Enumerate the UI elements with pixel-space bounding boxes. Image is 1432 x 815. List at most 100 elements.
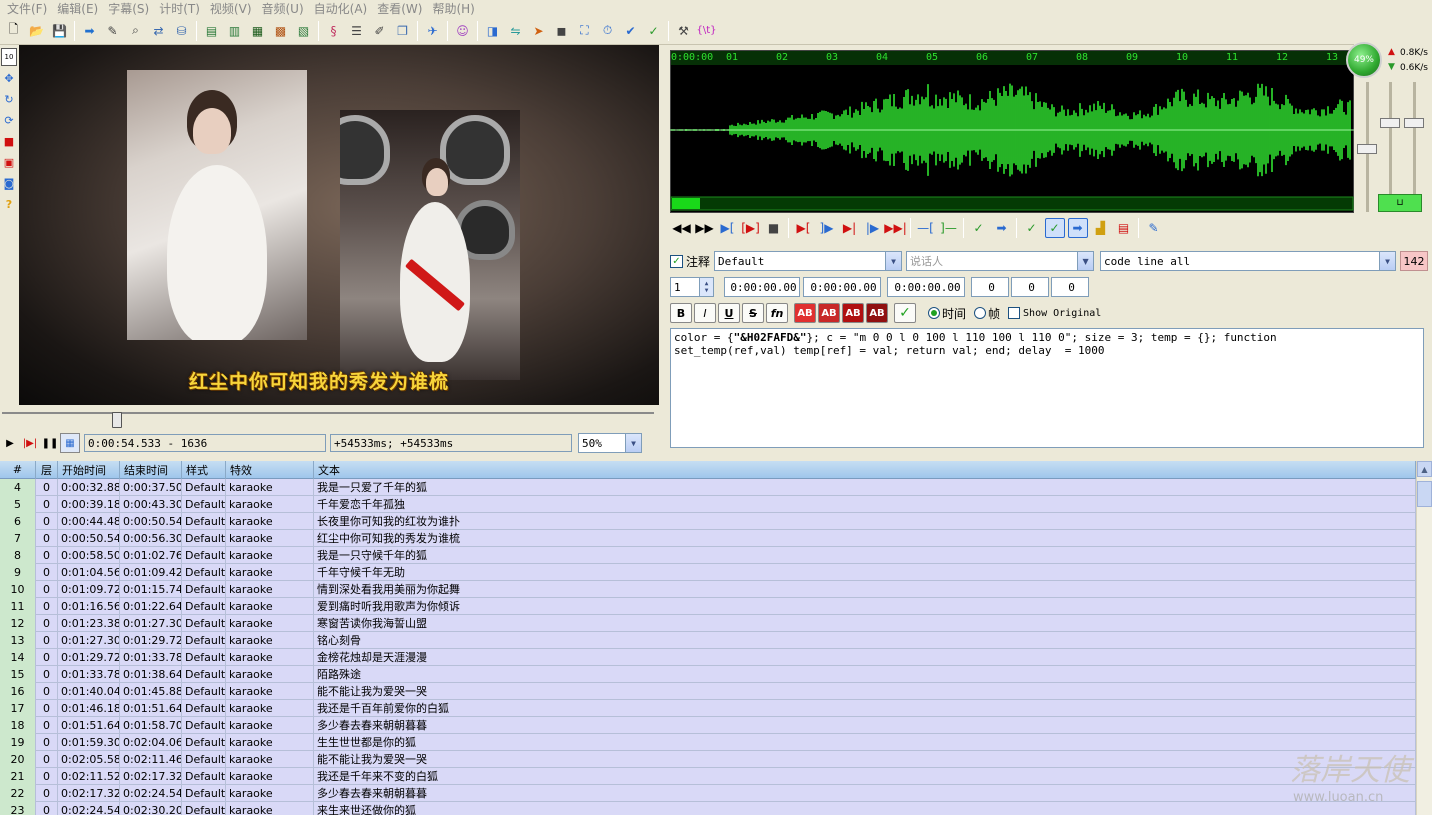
play-line-icon[interactable]: |▶| <box>20 433 40 453</box>
strikeout-button[interactable]: S <box>742 303 764 323</box>
show-original-checkbox[interactable] <box>1008 307 1021 319</box>
bold-button[interactable]: B <box>670 303 692 323</box>
pipette-icon[interactable]: ✎ <box>103 21 123 41</box>
play-line-audio-icon[interactable]: [▶] <box>741 218 761 238</box>
table-row[interactable]: 18 0 0:01:51.64 0:01:58.70 Default karaoke 多少春… <box>0 716 1416 734</box>
play-before-start-icon[interactable]: ▶[ <box>794 218 814 238</box>
menu-item[interactable]: 音频(U) <box>257 0 309 17</box>
audio-scrollbar-track[interactable] <box>670 196 1354 211</box>
table-row[interactable]: 16 0 0:01:40.04 0:01:45.88 Default karaoke 能不能… <box>0 682 1416 700</box>
grid-scrollbar[interactable]: ▲ <box>1416 461 1432 815</box>
menu-item[interactable]: 自动化(A) <box>309 0 373 17</box>
video-seek-track[interactable] <box>2 412 654 414</box>
rotate-z-icon[interactable]: ↻ <box>1 90 17 108</box>
primary-color-button[interactable]: AB <box>794 303 816 323</box>
video-display[interactable]: 红尘中你可知我的秀发为谁梳 <box>19 45 659 405</box>
table-row[interactable]: 13 0 0:01:27.30 0:01:29.72 Default karaoke 铭心刻… <box>0 631 1416 649</box>
resample-icon[interactable]: ⛶ <box>575 21 595 41</box>
table-row[interactable]: 10 0 0:01:09.72 0:01:15.74 Default karaoke 情到深… <box>0 580 1416 598</box>
grid-header-cell[interactable]: 层 <box>36 460 58 479</box>
italic-button[interactable]: I <box>694 303 716 323</box>
vector-clip-icon[interactable]: ◙ <box>1 174 17 192</box>
bucket-icon[interactable]: ⛁ <box>172 21 192 41</box>
end-time-field[interactable]: 0:00:00.00 <box>803 277 881 297</box>
menu-item[interactable]: 字幕(S) <box>103 0 154 17</box>
table-row[interactable]: 22 0 0:02:17.32 0:02:24.54 Default karaoke 多少春… <box>0 784 1416 802</box>
font-button[interactable]: fn <box>766 303 788 323</box>
spectrum-icon[interactable]: ▟ <box>1091 218 1111 238</box>
actor-select[interactable]: 说话人 ▼ <box>906 251 1095 271</box>
style-select[interactable]: Default ▼ <box>714 251 903 271</box>
margin-left-field[interactable]: 0 <box>971 277 1009 297</box>
secondary-color-button[interactable]: AB <box>818 303 840 323</box>
new-file-icon[interactable]: 🗋 <box>4 21 24 41</box>
start-time-field[interactable]: 0:00:00.00 <box>724 277 800 297</box>
shift-times-icon[interactable]: ◨ <box>483 21 503 41</box>
prev-line-icon[interactable]: ◀◀ <box>672 218 692 238</box>
copy-icon[interactable]: ❐ <box>393 21 413 41</box>
find-replace-icon[interactable]: ⇄ <box>149 21 169 41</box>
menu-item[interactable]: 查看(W) <box>372 0 427 17</box>
table-row[interactable]: 15 0 0:01:33.78 0:01:38.64 Default karaoke 陌路殊… <box>0 665 1416 683</box>
table-row[interactable]: 19 0 0:01:59.30 0:02:04.06 Default karaoke 生生世… <box>0 733 1416 751</box>
stop-icon[interactable]: ■ <box>764 218 784 238</box>
auto-commit-icon[interactable]: ✓ <box>1022 218 1042 238</box>
table-row[interactable]: 5 0 0:00:39.18 0:00:43.30 Default karaoke 千年爱恋… <box>0 495 1416 513</box>
film-icon[interactable]: ▦ <box>248 21 268 41</box>
clip-tool-icon[interactable]: ▣ <box>1 153 17 171</box>
pencil-icon[interactable]: ✐ <box>370 21 390 41</box>
vzoom-slider-thumb[interactable] <box>1404 118 1424 128</box>
link-sliders-icon[interactable]: ⊔ <box>1378 194 1422 212</box>
subtitle-text-editor[interactable]: color = {"&H02FAFD&"}; c = "m 0 0 l 0 10… <box>670 328 1424 448</box>
underline-button[interactable]: U <box>718 303 740 323</box>
automation-icon[interactable]: § <box>324 21 344 41</box>
effect-select[interactable]: code line all ▼ <box>1100 251 1397 271</box>
table-row[interactable]: 8 0 0:00:58.50 0:01:02.76 Default karaoke 我是一只… <box>0 546 1416 564</box>
notes-icon[interactable]: ☰ <box>347 21 367 41</box>
play-before-end-icon[interactable]: ▶| <box>840 218 860 238</box>
menu-item[interactable]: 文件(F) <box>2 0 52 17</box>
table-row[interactable]: 7 0 0:00:50.54 0:00:56.30 Default karaoke 红尘中你… <box>0 529 1416 547</box>
play-after-start-icon[interactable]: ]▶ <box>817 218 837 238</box>
check-script-icon[interactable]: ✔ <box>621 21 641 41</box>
grid-header-cell[interactable]: 开始时间 <box>58 460 120 479</box>
scroll-thumb[interactable] <box>1417 481 1432 507</box>
save-icon[interactable]: 💾 <box>50 21 70 41</box>
go-next-icon[interactable]: ➡ <box>992 218 1012 238</box>
table-row[interactable]: 4 0 0:00:32.88 0:00:37.50 Default karaoke 我是一只… <box>0 479 1416 496</box>
karaoke-split-icon[interactable]: ✎ <box>1144 218 1164 238</box>
assistant-icon[interactable]: ☺ <box>453 21 473 41</box>
chevron-down-icon[interactable]: ▼ <box>625 434 641 452</box>
margin-vertical-field[interactable]: 0 <box>1051 277 1089 297</box>
grid-header-cell[interactable]: 样式 <box>182 460 226 479</box>
menu-item[interactable]: 视频(V) <box>205 0 257 17</box>
table-row[interactable]: 6 0 0:00:44.48 0:00:50.54 Default karaoke 长夜里你… <box>0 512 1416 530</box>
zoom-slider-thumb[interactable] <box>1357 144 1377 154</box>
grid-header-cell[interactable]: 特效 <box>226 460 314 479</box>
fast-forward-icon[interactable]: ➤ <box>529 21 549 41</box>
properties-icon[interactable]: ▥ <box>225 21 245 41</box>
translation-icon[interactable]: ⇋ <box>506 21 526 41</box>
volume-slider-thumb[interactable] <box>1380 118 1400 128</box>
time-radio[interactable] <box>928 307 940 319</box>
styles-manager-icon[interactable]: ▤ <box>202 21 222 41</box>
film-strip-icon[interactable]: ▩ <box>271 21 291 41</box>
timing-icon[interactable]: ⏱ <box>598 21 618 41</box>
video-time-display[interactable]: 0:00:54.533 - 1636 <box>84 434 326 452</box>
grid-header-cell[interactable]: 结束时间 <box>120 460 182 479</box>
standard-tool-icon[interactable]: 10 <box>1 48 17 66</box>
grid-header-cell[interactable]: 文本 <box>314 460 1416 479</box>
spell-check-icon[interactable]: ✈ <box>423 21 443 41</box>
pause-icon[interactable]: ❚❚ <box>40 433 60 453</box>
lead-in-icon[interactable]: —[ <box>916 218 936 238</box>
chevron-down-icon[interactable]: ▼ <box>885 252 902 270</box>
commit-button[interactable]: ✓ <box>894 303 916 323</box>
outline-color-button[interactable]: AB <box>842 303 864 323</box>
stop-square-icon[interactable]: ◼ <box>552 21 572 41</box>
spin-arrows-icon[interactable]: ▲ ▼ <box>699 278 713 296</box>
play-icon[interactable]: ▶ <box>0 433 20 453</box>
next-line-icon[interactable]: ▶▶ <box>695 218 715 238</box>
table-row[interactable]: 9 0 0:01:04.56 0:01:09.42 Default karaoke 千年守候… <box>0 563 1416 581</box>
open-folder-icon[interactable]: 📂 <box>27 21 47 41</box>
video-offset-display[interactable]: +54533ms; +54533ms <box>330 434 572 452</box>
